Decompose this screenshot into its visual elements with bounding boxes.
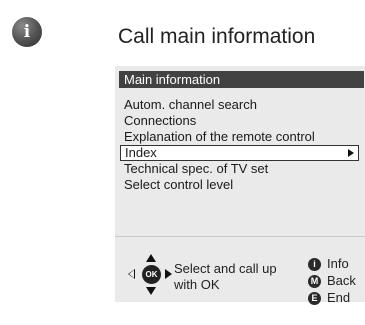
menu-item-index[interactable]: Index [120, 145, 359, 161]
page-heading: Call main information [118, 25, 316, 48]
info-key-icon: i [308, 258, 321, 272]
legend-info: i Info [308, 256, 349, 272]
legend-info-label: Info [327, 256, 349, 271]
menu-item-connections[interactable]: Connections [124, 113, 359, 129]
hint-line-2: with OK [174, 277, 220, 292]
menu-item-select-control-level[interactable]: Select control level [124, 177, 359, 193]
legend-end: E End [308, 290, 351, 306]
arrow-left-icon [128, 269, 135, 279]
footer-divider [115, 236, 365, 237]
legend-back: M Back [308, 273, 356, 289]
hint-line-1: Select and call up [174, 261, 277, 276]
menu-title-bar: Main information [119, 71, 364, 88]
arrow-down-icon [146, 287, 156, 295]
menu-item-autom-channel-search[interactable]: Autom. channel search [124, 97, 359, 113]
menu-list: Autom. channel search Connections Explan… [120, 97, 359, 193]
legend-back-label: Back [327, 273, 356, 288]
e-key-icon: E [308, 292, 321, 306]
ok-key-icon: OK [142, 265, 161, 284]
arrow-right-icon [165, 269, 172, 279]
navigation-hint: Select and call up with OK [174, 261, 277, 293]
menu-item-technical-spec[interactable]: Technical spec. of TV set [124, 161, 359, 177]
navigation-dpad-icon: OK [125, 252, 177, 296]
submenu-arrow-icon [348, 149, 354, 157]
m-key-icon: M [308, 275, 321, 289]
legend-end-label: End [327, 290, 351, 305]
tv-menu-panel: Main information Autom. channel search C… [115, 66, 365, 306]
info-icon: i [12, 17, 42, 47]
menu-item-index-label: Index [125, 145, 157, 160]
arrow-up-icon [146, 254, 156, 262]
menu-item-explanation-remote-control[interactable]: Explanation of the remote control [124, 129, 359, 145]
